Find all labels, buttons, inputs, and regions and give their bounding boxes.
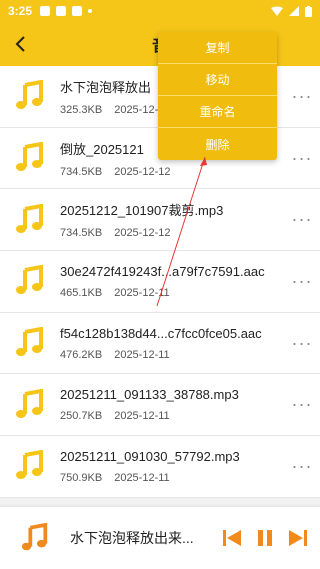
music-note-icon bbox=[16, 388, 43, 418]
file-name: 20251211_091133_38788.mp3 bbox=[60, 387, 239, 403]
music-note-icon bbox=[16, 327, 43, 357]
more-dots-icon: ··· bbox=[291, 455, 313, 476]
file-size: 734.5KB bbox=[60, 165, 103, 178]
file-date: 2025-12-12 bbox=[114, 227, 171, 240]
file-name: f54c128b138d44...c7fcc0fce05.aac bbox=[60, 325, 262, 341]
file-size: 250.7KB bbox=[60, 410, 103, 423]
more-dots-icon: ··· bbox=[291, 147, 313, 168]
more-button[interactable]: ··· bbox=[284, 148, 320, 169]
file-name: 30e2472f419243f...a79f7c7591.aac bbox=[60, 263, 265, 279]
status-time: 3:25 bbox=[8, 4, 33, 18]
menu-item-move[interactable]: 移动 bbox=[158, 64, 277, 96]
file-name: 20251211_091030_57792.mp3 bbox=[60, 448, 240, 464]
skip-previous-icon[interactable] bbox=[222, 529, 242, 547]
context-menu: 复制 移动 重命名 删除 bbox=[158, 32, 277, 160]
more-button[interactable]: ··· bbox=[284, 456, 320, 477]
skip-next-icon[interactable] bbox=[288, 529, 308, 547]
music-note-icon bbox=[21, 523, 48, 551]
list-item[interactable]: f54c128b138d44...c7fcc0fce05.aac 476.2KB 2… bbox=[0, 312, 320, 375]
menu-item-delete[interactable]: 删除 bbox=[158, 128, 277, 160]
app-icon bbox=[56, 6, 67, 16]
more-dots-icon: ··· bbox=[291, 209, 313, 230]
more-button[interactable]: ··· bbox=[284, 271, 320, 292]
file-size: 465.1KB bbox=[60, 286, 103, 299]
more-dots-icon: ··· bbox=[291, 85, 313, 106]
file-date: 2025-12-12 bbox=[114, 165, 171, 178]
list-item[interactable]: 30e2472f419243f...a79f7c7591.aac 465.1KB 2… bbox=[0, 251, 320, 313]
image-icon bbox=[40, 6, 51, 16]
music-note-icon bbox=[16, 265, 43, 295]
file-size: 750.9KB bbox=[60, 471, 103, 484]
more-dots-icon: ··· bbox=[291, 332, 313, 353]
music-note-icon bbox=[16, 80, 43, 110]
file-date: 2025-12-11 bbox=[114, 348, 170, 361]
more-button[interactable]: ··· bbox=[284, 394, 320, 415]
file-size: 476.2KB bbox=[60, 348, 103, 361]
list-item[interactable]: 20251211_091030_57792.mp3 750.9KB 2025-12-… bbox=[0, 436, 320, 498]
notification-icons bbox=[40, 6, 93, 16]
dot-icon bbox=[88, 9, 93, 13]
more-button[interactable]: ··· bbox=[284, 86, 320, 107]
music-note-icon bbox=[16, 203, 43, 233]
more-dots-icon: ··· bbox=[291, 270, 313, 291]
file-size: 734.5KB bbox=[60, 227, 103, 240]
more-dots-icon: ··· bbox=[291, 394, 313, 415]
more-button[interactable]: ··· bbox=[284, 333, 320, 354]
pause-icon[interactable] bbox=[256, 529, 274, 547]
file-date: 2025-12-11 bbox=[114, 286, 170, 299]
menu-item-copy[interactable]: 复制 bbox=[158, 32, 277, 64]
music-note-icon bbox=[16, 142, 43, 172]
wifi-icon bbox=[271, 6, 283, 16]
music-note-icon bbox=[16, 450, 43, 480]
file-date: 2025-12-11 bbox=[114, 471, 170, 484]
file-date: 2025-12-1 bbox=[114, 103, 165, 116]
list-item[interactable]: 20251212_101907裁剪.mp3 734.5KB 2025-12-12 ·… bbox=[0, 189, 320, 252]
system-icons bbox=[271, 5, 312, 17]
status-bar: 3:25 bbox=[0, 0, 320, 22]
player-title: 水下泡泡释放出来... bbox=[70, 530, 194, 546]
download-icon bbox=[72, 6, 83, 16]
mini-player[interactable]: 水下泡泡释放出来... bbox=[0, 507, 320, 569]
file-size: 325.3KB bbox=[60, 103, 103, 116]
more-button[interactable]: ··· bbox=[284, 209, 320, 230]
file-date: 2025-12-11 bbox=[114, 410, 170, 423]
battery-icon bbox=[305, 5, 312, 17]
player-controls bbox=[214, 529, 320, 547]
list-item[interactable]: 20251211_091133_38788.mp3 250.7KB 2025-12-… bbox=[0, 374, 320, 437]
menu-item-rename[interactable]: 重命名 bbox=[158, 96, 277, 128]
signal-icon bbox=[289, 6, 299, 16]
file-name: 20251212_101907裁剪.mp3 bbox=[60, 203, 224, 219]
